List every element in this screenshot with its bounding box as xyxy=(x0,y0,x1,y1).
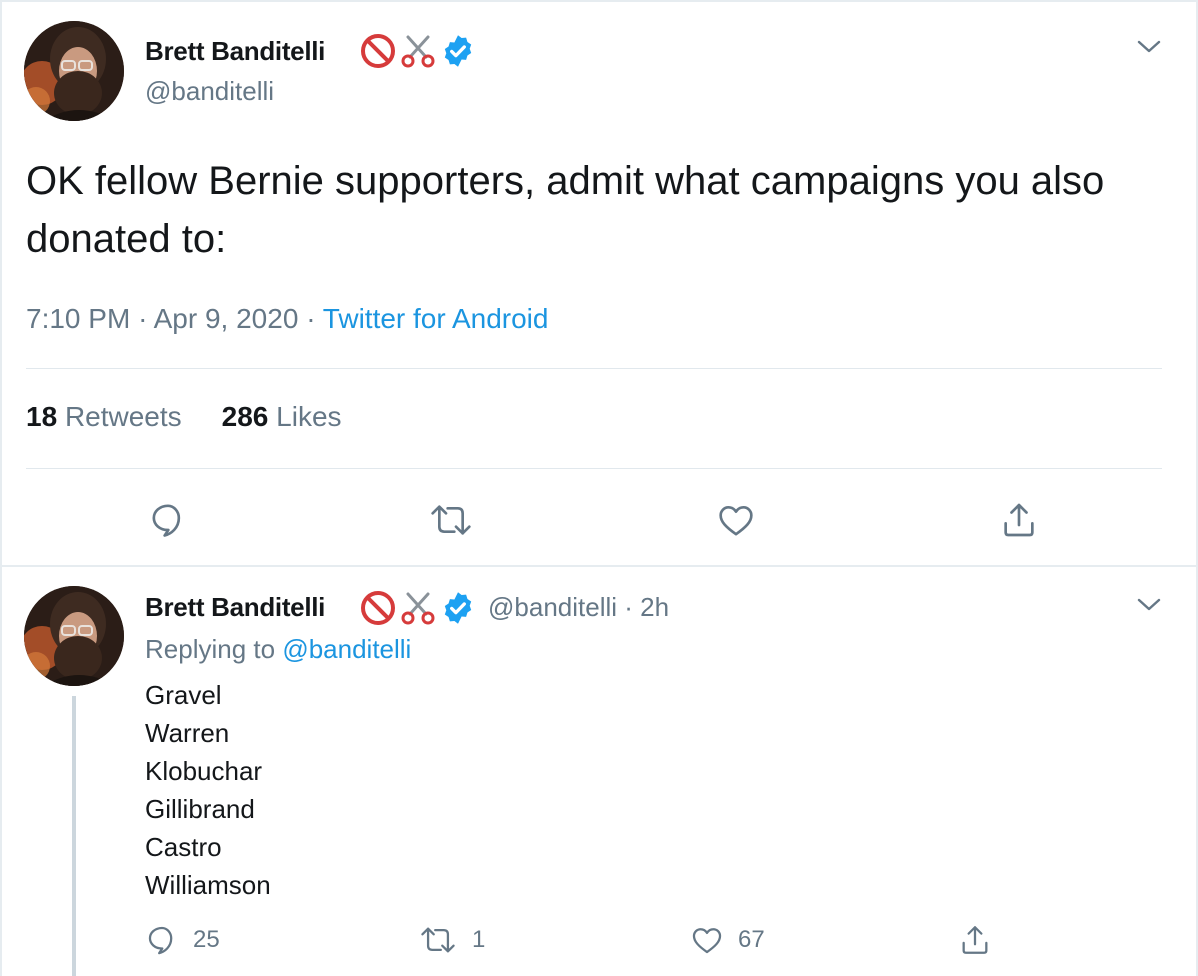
retweets-label: Retweets xyxy=(64,401,182,432)
replying-to: Replying to @banditelli xyxy=(145,634,411,665)
retweets-count: 18 xyxy=(26,401,58,432)
section-divider xyxy=(0,565,1198,567)
retweet-count: 1 xyxy=(472,926,486,953)
share-icon xyxy=(1004,503,1034,537)
author-name[interactable]: Brett Banditelli xyxy=(145,36,325,67)
thread-connector-line xyxy=(72,696,76,976)
reply-icon xyxy=(148,926,173,955)
reply-line: Gravel xyxy=(145,680,222,710)
reply-text: Gravel Warren Klobuchar Gillibrand Castr… xyxy=(145,676,271,904)
meta-separator: · xyxy=(306,303,316,334)
likes-label: Likes xyxy=(276,401,342,432)
reply-handle-time: @banditelli · 2h xyxy=(488,592,669,623)
author-handle[interactable]: @banditelli xyxy=(145,76,274,107)
replying-label: Replying to xyxy=(145,634,276,664)
like-icon xyxy=(692,928,722,954)
divider xyxy=(26,368,1162,369)
reply-line: Warren xyxy=(145,718,230,748)
avatar[interactable] xyxy=(24,21,124,121)
chevron-down-icon[interactable] xyxy=(1136,38,1162,56)
reply-reply-button[interactable]: 25 xyxy=(145,923,220,957)
verified-icon xyxy=(444,35,472,67)
tweet-time[interactable]: 7:10 PM xyxy=(26,303,130,334)
tweet-date[interactable]: Apr 9, 2020 xyxy=(154,303,299,334)
like-count: 67 xyxy=(738,926,765,953)
divider xyxy=(26,468,1162,469)
avatar-image xyxy=(24,586,124,686)
retweets-stat[interactable]: 18 Retweets xyxy=(26,401,182,432)
avatar-image xyxy=(24,21,124,121)
likes-count: 286 xyxy=(221,401,269,432)
reply-line: Castro xyxy=(145,832,222,862)
chevron-down-icon[interactable] xyxy=(1136,596,1162,614)
reply-line: Klobuchar xyxy=(145,756,263,786)
retweet-icon xyxy=(421,927,455,953)
reply-avatar[interactable] xyxy=(24,586,124,686)
reply-author-name[interactable]: Brett Banditelli xyxy=(145,592,325,623)
reply-share-button[interactable] xyxy=(958,923,992,957)
scissors-icon xyxy=(401,592,435,625)
scissors-icon xyxy=(401,35,435,68)
prohibited-icon xyxy=(361,34,395,68)
reply-author-handle[interactable]: @banditelli xyxy=(488,592,617,622)
like-icon xyxy=(719,506,753,536)
frame-left-border xyxy=(0,0,2,976)
share-icon xyxy=(962,926,988,954)
reply-like-button[interactable]: 67 xyxy=(690,923,765,957)
tweet-text: OK fellow Bernie supporters, admit what … xyxy=(26,159,1105,261)
reply-time[interactable]: 2h xyxy=(640,592,669,622)
reply-count: 25 xyxy=(193,926,220,953)
reply-button[interactable] xyxy=(148,500,188,540)
replying-mention[interactable]: @banditelli xyxy=(282,634,411,664)
share-button[interactable] xyxy=(999,500,1039,540)
tweet-source[interactable]: Twitter for Android xyxy=(323,303,549,334)
reply-line: Gillibrand xyxy=(145,794,255,824)
reply-retweet-button[interactable]: 1 xyxy=(418,923,485,957)
retweet-button[interactable] xyxy=(427,500,475,540)
like-button[interactable] xyxy=(716,500,756,540)
likes-stat[interactable]: 286 Likes xyxy=(222,401,342,432)
retweet-icon xyxy=(431,505,471,535)
prohibited-icon xyxy=(361,591,395,625)
frame-top-border xyxy=(0,0,1198,2)
tweet-stats: 18 Retweets 286 Likes xyxy=(26,401,342,433)
tweet-meta: 7:10 PM · Apr 9, 2020 · Twitter for Andr… xyxy=(26,303,548,335)
reply-line: Williamson xyxy=(145,870,271,900)
meta-separator: · xyxy=(624,592,633,622)
verified-icon xyxy=(444,592,472,624)
meta-separator: · xyxy=(138,303,148,334)
reply-icon xyxy=(152,504,181,537)
